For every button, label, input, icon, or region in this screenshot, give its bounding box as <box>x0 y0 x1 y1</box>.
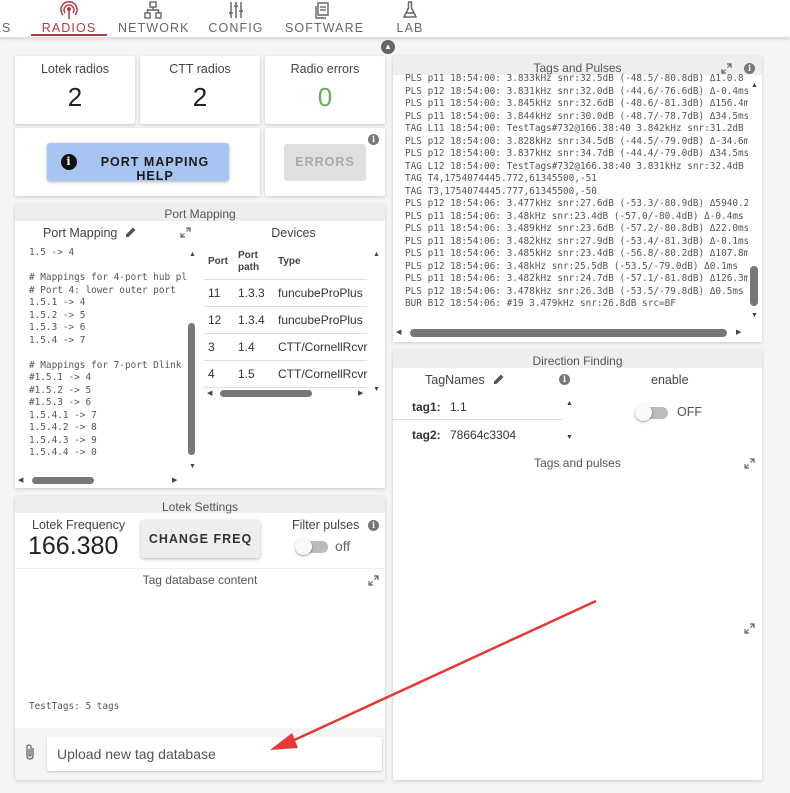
annotation-arrow <box>270 599 597 750</box>
